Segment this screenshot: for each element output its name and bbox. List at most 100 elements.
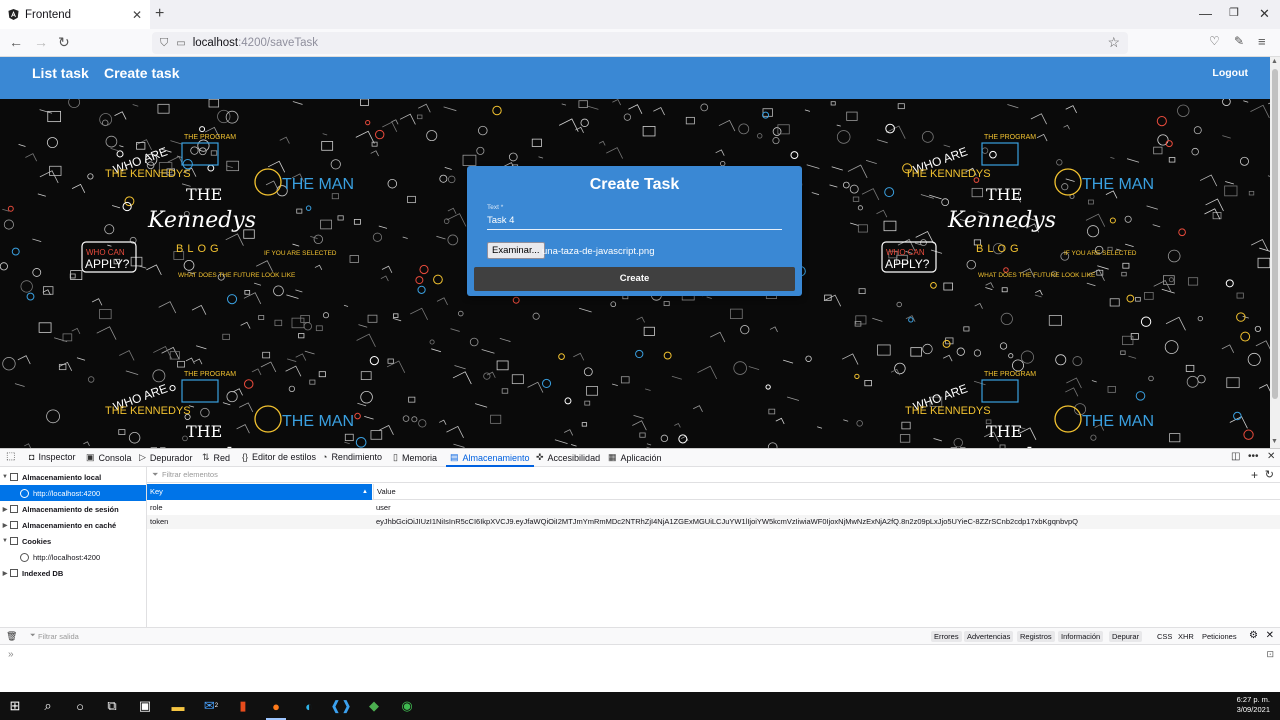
console-settings-icon[interactable]: ⚙ (1249, 630, 1258, 641)
tab-style-editor[interactable]: {} Editor de estilos (242, 452, 316, 462)
collapsed-arrow-icon[interactable]: ▶ (0, 506, 10, 513)
filter-css-button[interactable]: CSS (1157, 632, 1172, 641)
eyedropper-icon[interactable]: ✎ (1234, 34, 1244, 48)
create-button[interactable]: Create (474, 267, 795, 291)
menu-icon[interactable]: ≡ (1258, 34, 1266, 49)
tree-cookies-origin[interactable]: http://localhost:4200 (0, 549, 146, 565)
cortana-icon[interactable]: ○ (70, 696, 90, 716)
doodle-shape (1126, 158, 1140, 163)
console-prompt-icon[interactable]: » (8, 649, 14, 660)
forward-icon[interactable]: → (34, 34, 48, 50)
tab-storage[interactable]: ▤ Almacenamiento (446, 452, 534, 467)
storage-filter-input[interactable]: Filtrar elementos (162, 470, 218, 479)
tab-console[interactable]: ▣ Consola (86, 452, 132, 463)
mongodb-icon[interactable]: ◉ (397, 696, 417, 716)
tree-session-storage[interactable]: ▶ Almacenamiento de sesión (0, 501, 146, 517)
address-bar[interactable]: ⛉ ▭ localhost:4200/saveTask ☆ (152, 32, 1128, 54)
search-icon[interactable]: ⌕ (38, 696, 58, 716)
tracking-shield-icon[interactable]: ⛉ (160, 37, 168, 50)
doodle-shape (1061, 183, 1069, 191)
page-info-icon[interactable]: ▭ (176, 38, 185, 49)
filter-errors-button[interactable]: Errores (931, 631, 962, 642)
doodle-shape (1036, 133, 1048, 142)
doodle-shape (1258, 383, 1270, 392)
dock-icon[interactable]: ◫ (1231, 451, 1240, 462)
column-value-header[interactable]: Value (373, 484, 396, 500)
tab-performance[interactable]: ◔ Rendimiento (322, 452, 382, 462)
doodle-shape (273, 285, 284, 297)
filter-info-button[interactable]: Información (1058, 631, 1104, 642)
tab-application[interactable]: ▦ Aplicación (608, 452, 662, 463)
tree-cache-storage[interactable]: ▶ Almacenamiento en caché (0, 517, 146, 533)
file-explorer-icon[interactable]: ▬ (168, 696, 188, 716)
system-clock[interactable]: 6:27 p. m. 3/09/2021 (1237, 695, 1270, 715)
banner-text: THE PROGRAM (184, 134, 236, 141)
tab-network[interactable]: ⇅ Red (202, 452, 230, 463)
column-key-header[interactable]: Key ▲ (147, 484, 372, 500)
tab-debugger[interactable]: ▷ Depurador (139, 452, 192, 463)
store-icon[interactable]: ▣ (135, 696, 155, 716)
doodle-shape (411, 416, 418, 423)
table-row[interactable]: token eyJhbGciOiJIUzI1NiIsInR5cCI6IkpXVC… (147, 515, 1280, 529)
mongodb-compass-icon[interactable]: ◆ (364, 696, 384, 716)
new-tab-icon[interactable]: + (155, 5, 164, 23)
nav-create-task[interactable]: Create task (104, 65, 180, 81)
scroll-thumb[interactable] (1272, 69, 1278, 399)
tab-inspector[interactable]: ◘ Inspector (29, 452, 75, 462)
scroll-up-icon[interactable]: ▲ (1271, 58, 1278, 65)
tab-accessibility[interactable]: ✜ Accesibilidad (536, 452, 600, 463)
close-tab-icon[interactable]: ✕ (132, 8, 142, 22)
edge-icon[interactable]: ◐ (299, 696, 319, 716)
tree-local-storage-origin[interactable]: http://localhost:4200 (0, 485, 146, 501)
close-console-icon[interactable]: ✕ (1266, 630, 1274, 641)
expanded-arrow-icon[interactable]: ▼ (0, 474, 10, 480)
doodle-shape (1255, 340, 1270, 350)
filter-debug-button[interactable]: Depurar (1109, 631, 1143, 642)
pocket-icon[interactable]: ♡ (1209, 34, 1220, 48)
doodle-shape (122, 201, 132, 212)
close-devtools-icon[interactable]: ✕ (1267, 451, 1275, 462)
minimize-icon[interactable]: — (1199, 6, 1212, 21)
tab-memory[interactable]: ▯ Memoria (393, 452, 437, 463)
filter-warnings-button[interactable]: Advertencias (964, 631, 1014, 642)
more-options-icon[interactable]: ••• (1248, 451, 1259, 462)
mail-icon[interactable]: ✉ 2 (201, 696, 221, 716)
window-close-icon[interactable]: ✕ (1259, 6, 1270, 22)
logout-link[interactable]: Logout (1212, 67, 1248, 79)
text-field-input[interactable]: Task 4 (487, 215, 514, 226)
back-icon[interactable]: ← (9, 34, 23, 50)
page-scrollbar[interactable]: ▲ ▼ (1270, 57, 1280, 448)
pick-element-icon[interactable]: ⬚ (6, 451, 15, 462)
nav-list-task[interactable]: List task (32, 65, 89, 81)
office-icon[interactable]: ▮ (233, 696, 253, 716)
doodle-shape (847, 164, 868, 179)
reload-icon[interactable]: ↻ (58, 34, 70, 51)
windows-start-icon[interactable]: ⊞ (5, 696, 25, 716)
table-row[interactable]: role user (147, 501, 1280, 515)
collapsed-arrow-icon[interactable]: ▶ (0, 570, 10, 577)
filter-xhr-button[interactable]: XHR (1178, 632, 1194, 641)
add-item-icon[interactable]: + (1251, 468, 1258, 482)
doodle-shape (355, 130, 375, 144)
scroll-down-icon[interactable]: ▼ (1271, 438, 1278, 445)
expanded-arrow-icon[interactable]: ▼ (0, 538, 10, 544)
filter-requests-button[interactable]: Peticiones (1202, 632, 1237, 641)
browser-tab[interactable]: Frontend ✕ (0, 0, 150, 29)
console-filter-input[interactable]: Filtrar salida (38, 632, 79, 641)
bookmark-star-icon[interactable]: ☆ (1107, 34, 1120, 51)
firefox-icon[interactable]: ● (266, 696, 286, 720)
restore-icon[interactable]: ❐ (1229, 6, 1239, 19)
filter-logs-button[interactable]: Registros (1017, 631, 1055, 642)
doodle-shape (11, 247, 20, 256)
tree-cookies[interactable]: ▼ Cookies (0, 533, 146, 549)
doodle-shape (1156, 116, 1167, 127)
clear-console-icon[interactable]: 🗑 (6, 631, 17, 642)
tree-indexed-db[interactable]: ▶ Indexed DB (0, 565, 146, 581)
tree-local-storage[interactable]: ▼ Almacenamiento local (0, 469, 146, 485)
refresh-icon[interactable]: ↻ (1265, 468, 1274, 481)
task-view-icon[interactable]: ⧉ (102, 696, 122, 716)
vscode-icon[interactable]: ❰❱ (330, 696, 352, 716)
collapsed-arrow-icon[interactable]: ▶ (0, 522, 10, 529)
file-browse-button[interactable]: Examinar... (487, 242, 545, 259)
split-console-icon[interactable]: ⊡ (1266, 649, 1274, 660)
